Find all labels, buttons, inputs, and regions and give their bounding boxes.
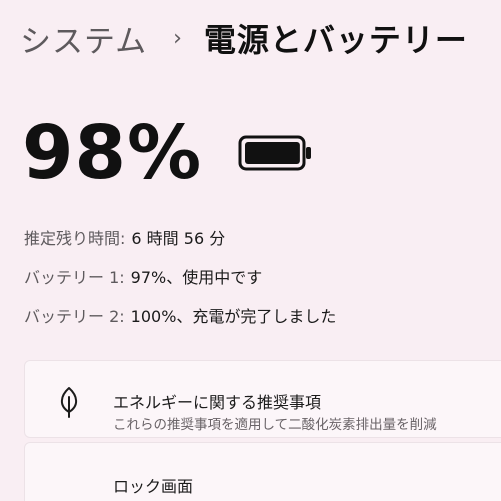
energy-recommendations-title: エネルギーに関する推奨事項 <box>113 393 322 412</box>
estimated-remaining-label: 推定残り時間: <box>24 229 126 248</box>
battery-fill <box>245 142 301 164</box>
battery1-value: 97%、使用中です <box>130 268 263 287</box>
battery2-value: 100%、充電が完了しました <box>130 307 337 326</box>
battery-icon <box>238 134 314 176</box>
battery-summary: 98% <box>22 108 314 198</box>
energy-recommendations-subtitle: これらの推奨事項を適用して二酸化炭素排出量を削減 <box>113 417 437 433</box>
energy-recommendations-card[interactable]: エネルギーに関する推奨事項 これらの推奨事項を適用して二酸化炭素排出量を削減 <box>24 360 501 438</box>
battery1-label: バッテリー 1: <box>24 268 125 287</box>
breadcrumb-separator-icon: › <box>173 25 182 51</box>
estimated-remaining-value: 6 時間 56 分 <box>131 229 226 248</box>
breadcrumb: システム › 電源とバッテリー <box>20 16 468 60</box>
battery-percentage: 98% <box>22 110 203 196</box>
battery2-label: バッテリー 2: <box>24 307 125 326</box>
estimated-remaining-row: 推定残り時間: 6 時間 56 分 <box>24 225 225 249</box>
settings-page: システム › 電源とバッテリー 98% 推定残り時間: 6 時間 56 分 バッテ… <box>0 0 501 501</box>
next-settings-card[interactable]: ロック画面 <box>24 442 501 501</box>
battery1-row: バッテリー 1: 97%、使用中です <box>24 264 262 288</box>
page-title: 電源とバッテリー <box>203 21 468 59</box>
battery2-row: バッテリー 2: 100%、充電が完了しました <box>24 303 336 327</box>
breadcrumb-system-link[interactable]: システム <box>20 16 147 61</box>
leaf-icon <box>55 385 83 423</box>
next-settings-title: ロック画面 <box>113 477 194 496</box>
